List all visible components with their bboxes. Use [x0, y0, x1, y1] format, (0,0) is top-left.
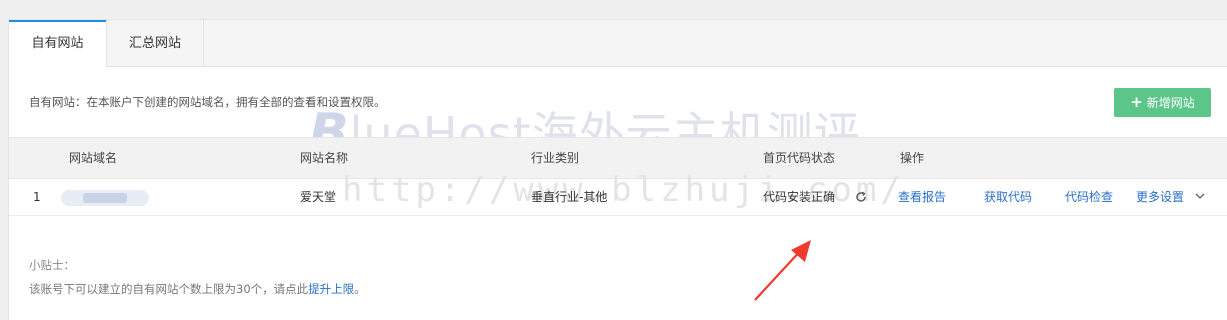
page-description: 自有网站：在本账户下创建的网站域名，拥有全部的查看和设置权限。 [29, 95, 386, 109]
get-code-link[interactable]: 获取代码 [984, 179, 1032, 215]
plus-icon: + [1130, 93, 1143, 111]
view-report-link[interactable]: 查看报告 [898, 179, 946, 215]
tips-text: 该账号下可以建立的自有网站个数上限为30个，请点此提升上限。 [29, 281, 366, 297]
add-site-button[interactable]: + 新增网站 [1114, 88, 1211, 117]
row-code-status: 代码安装正确 [763, 190, 836, 204]
tips-title: 小贴士： [29, 258, 75, 272]
row-index: 1 [33, 190, 41, 204]
chevron-down-icon[interactable] [1195, 192, 1205, 200]
annotation-arrow-icon [754, 240, 811, 301]
row-site-name: 爱天堂 [300, 190, 337, 204]
column-header-category: 行业类别 [531, 151, 580, 165]
row-category: 垂直行业-其他 [531, 190, 608, 204]
more-settings-link[interactable]: 更多设置 [1136, 179, 1184, 215]
column-header-site-name: 网站名称 [300, 151, 349, 165]
redacted-domain [61, 190, 149, 206]
add-site-label: 新增网站 [1146, 96, 1195, 110]
table-header: 网站域名 网站名称 行业类别 首页代码状态 操作 [9, 137, 1227, 179]
tab-bar: 自有网站 汇总网站 [9, 20, 1227, 68]
tips-end: 。 [354, 282, 366, 296]
tab-summary-sites[interactable]: 汇总网站 [106, 20, 204, 67]
site-management-panel: 自有网站 汇总网站 自有网站：在本账户下创建的网站域名，拥有全部的查看和设置权限… [8, 19, 1227, 320]
table-row: 1 爱天堂 垂直行业-其他 代码安装正确 查看报告 获取代码 代码检查 更多设置 [9, 179, 1227, 216]
column-header-actions: 操作 [900, 151, 925, 165]
column-header-domain: 网站域名 [69, 151, 118, 165]
refresh-icon[interactable] [855, 191, 867, 203]
check-code-link[interactable]: 代码检查 [1065, 179, 1113, 215]
tab-own-sites[interactable]: 自有网站 [9, 20, 106, 68]
column-header-code-status: 首页代码状态 [763, 151, 836, 165]
tips-body: 该账号下可以建立的自有网站个数上限为30个，请点此 [29, 282, 309, 296]
raise-limit-link[interactable]: 提升上限 [308, 282, 354, 296]
